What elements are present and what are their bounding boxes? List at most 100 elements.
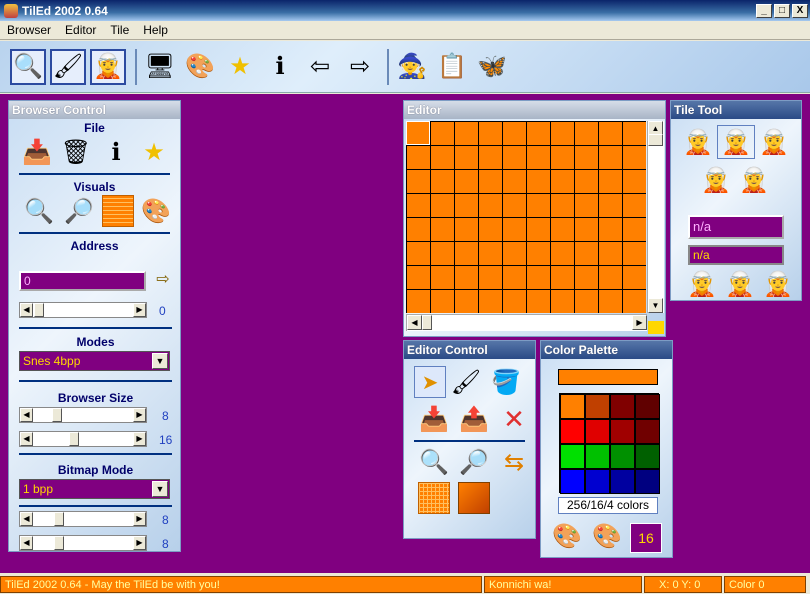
tile-character-icon[interactable]: 🧝	[683, 269, 721, 299]
grid-fill-icon[interactable]	[454, 481, 494, 515]
palette-swatch-11[interactable]	[635, 444, 660, 469]
bitmap-mode-select[interactable]: 1 bpp ▼	[19, 479, 170, 499]
minimize-button[interactable]: _	[756, 3, 772, 18]
brushes-icon[interactable]: 🖌	[446, 366, 486, 398]
slider-thumb[interactable]	[54, 536, 64, 550]
export-icon[interactable]: ⇨	[342, 49, 378, 85]
grid-toggle-icon[interactable]	[414, 481, 454, 515]
load-tile-icon[interactable]: 📥	[414, 402, 454, 436]
browser-width-slider[interactable]: ◀ ▶	[19, 407, 147, 423]
slider-thumb[interactable]	[54, 512, 64, 526]
palette-tool-icon[interactable]: 🖌	[50, 48, 86, 85]
palette-swatch-7[interactable]	[635, 419, 660, 444]
palette-swatch-12[interactable]	[560, 469, 585, 494]
palette-swatch-1[interactable]	[585, 394, 610, 419]
zoom-out-icon[interactable]: 🔎	[59, 194, 99, 228]
bitmap-slider-a[interactable]: ◀ ▶	[19, 511, 147, 527]
zoom-in-icon[interactable]: 🔍	[414, 445, 454, 479]
import-icon[interactable]: ⇦	[302, 49, 338, 85]
palette-swatch-9[interactable]	[585, 444, 610, 469]
browser-icon[interactable]: 🔍	[10, 48, 46, 85]
scroll-right-icon[interactable]: ▶	[632, 315, 647, 330]
clear-icon[interactable]: ✕	[494, 402, 534, 436]
palette-swatch-13[interactable]	[585, 469, 610, 494]
palette-swatch-2[interactable]	[610, 394, 635, 419]
palette-swatch-4[interactable]	[560, 419, 585, 444]
info-icon[interactable]: ℹ	[97, 135, 135, 169]
save-tile-icon[interactable]: 📤	[454, 402, 494, 436]
tile-up-icon[interactable]: 🧝	[717, 125, 755, 159]
close-button[interactable]: X	[792, 3, 808, 18]
tile-field-1[interactable]: n/a	[688, 215, 784, 239]
slider-right-arrow-icon[interactable]: ▶	[133, 536, 146, 550]
chevron-down-icon[interactable]: ▼	[152, 481, 168, 497]
tile-export-icon[interactable]: 🧝	[735, 163, 773, 197]
tile-character-mirror-icon[interactable]: 🧝	[721, 269, 759, 299]
restore-palette-icon[interactable]: 🎨	[589, 521, 625, 551]
slider-thumb[interactable]	[69, 432, 79, 446]
slider-left-arrow-icon[interactable]: ◀	[20, 536, 33, 550]
slider-thumb[interactable]	[34, 303, 44, 317]
flip-icon[interactable]: ⇆	[494, 445, 534, 479]
tile-down-icon[interactable]: 🧝	[679, 125, 717, 159]
paint-icon[interactable]: 🎨	[182, 49, 218, 85]
star-icon[interactable]: ★	[222, 49, 258, 85]
menu-browser[interactable]: Browser	[0, 23, 58, 37]
editor-horizontal-scrollbar[interactable]: ◀ ▶	[406, 314, 647, 331]
zoom-in-icon[interactable]: 🔍	[19, 194, 59, 228]
selected-cell[interactable]	[406, 121, 430, 145]
slider-left-arrow-icon[interactable]: ◀	[20, 432, 33, 446]
slider-right-arrow-icon[interactable]: ▶	[133, 432, 146, 446]
maximize-button[interactable]: □	[774, 3, 790, 18]
character-icon[interactable]: 🧝	[90, 48, 126, 85]
tile-field-2[interactable]: n/a	[688, 245, 784, 265]
palette-swatch-10[interactable]	[610, 444, 635, 469]
palette-swatch-0[interactable]	[560, 394, 585, 419]
scroll-thumb[interactable]	[422, 315, 432, 330]
monitor-icon[interactable]: 🖥	[142, 49, 178, 85]
star-icon[interactable]: ★	[135, 135, 173, 169]
zoom-out-icon[interactable]: 🔎	[454, 445, 494, 479]
editor-vertical-scrollbar[interactable]: ▲ ▼	[647, 121, 664, 313]
address-input[interactable]: 0	[19, 271, 146, 291]
character2-icon[interactable]: 🧙	[394, 49, 430, 85]
tile-import-icon[interactable]: 🧝	[697, 163, 735, 197]
fill-bucket-icon[interactable]: 🪣	[486, 366, 526, 398]
browser-height-slider[interactable]: ◀ ▶	[19, 431, 147, 447]
scroll-thumb[interactable]	[648, 134, 663, 146]
palette-swatch-5[interactable]	[585, 419, 610, 444]
tile-editor-grid[interactable]	[406, 121, 646, 313]
tile-character-flip-icon[interactable]: 🧝	[759, 269, 797, 299]
menu-help[interactable]: Help	[136, 23, 175, 37]
address-slider[interactable]: ◀ ▶	[19, 302, 147, 318]
slider-left-arrow-icon[interactable]: ◀	[20, 408, 33, 422]
slider-left-arrow-icon[interactable]: ◀	[20, 512, 33, 526]
slider-right-arrow-icon[interactable]: ▶	[133, 512, 146, 526]
load-palette-icon[interactable]: 🎨	[549, 521, 585, 551]
info-icon[interactable]: ℹ	[262, 49, 298, 85]
scroll-left-icon[interactable]: ◀	[407, 315, 422, 330]
slider-right-arrow-icon[interactable]: ▶	[133, 303, 146, 317]
slider-left-arrow-icon[interactable]: ◀	[20, 303, 33, 317]
go-arrow-icon[interactable]: ⇨	[153, 269, 173, 289]
tile-refresh-icon[interactable]: 🧝	[755, 125, 793, 159]
slider-thumb[interactable]	[52, 408, 62, 422]
slider-right-arrow-icon[interactable]: ▶	[133, 408, 146, 422]
palette-grid[interactable]	[559, 393, 660, 494]
scroll-down-icon[interactable]: ▼	[648, 298, 663, 313]
palette-swatch-8[interactable]	[560, 444, 585, 469]
palette-swatch-15[interactable]	[635, 469, 660, 494]
chevron-down-icon[interactable]: ▼	[152, 353, 168, 369]
palette-swatch-3[interactable]	[635, 394, 660, 419]
load-icon[interactable]: 📥	[19, 135, 55, 169]
menu-tile[interactable]: Tile	[103, 23, 136, 37]
menu-editor[interactable]: Editor	[58, 23, 103, 37]
palette-swatch-14[interactable]	[610, 469, 635, 494]
paint-icon[interactable]: 🎨	[137, 194, 175, 228]
pointer-icon[interactable]: ➤	[414, 366, 446, 398]
checklist-icon[interactable]: 📋	[434, 49, 470, 85]
butterfly-icon[interactable]: 🦋	[474, 49, 510, 85]
delete-icon[interactable]: 🗑	[55, 135, 97, 169]
mode-select[interactable]: Snes 4bpp ▼	[19, 351, 170, 371]
grid-icon[interactable]	[99, 194, 137, 228]
